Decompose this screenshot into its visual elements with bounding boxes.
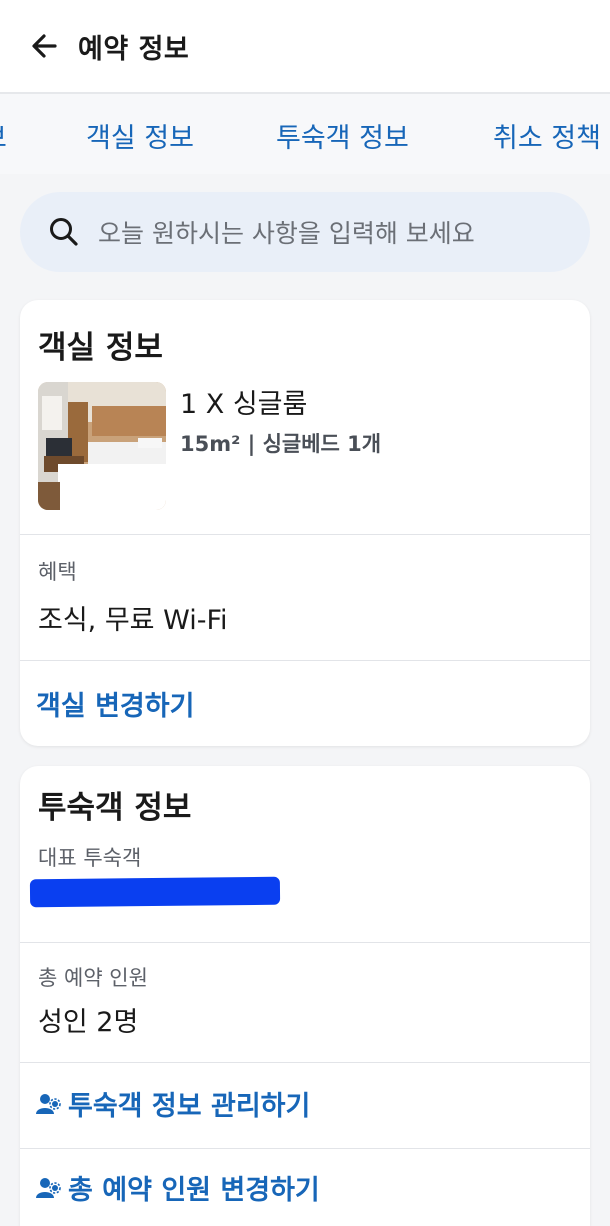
total-guests-value: 성인 2명 — [38, 1007, 139, 1038]
manage-guests-label: 투숙객 정보 관리하기 — [68, 1091, 311, 1122]
divider — [20, 660, 590, 661]
main-guest-label: 대표 투숙객 — [38, 846, 142, 870]
room-details: 15m² | 싱글베드 1개 — [180, 432, 382, 456]
change-room-link[interactable]: 객실 변경하기 — [36, 684, 194, 723]
tab-cancel-policy[interactable]: 취소 정책 — [493, 116, 601, 155]
manage-guests-link[interactable]: 투숙객 정보 관리하기 — [36, 1084, 310, 1123]
room-photo — [38, 382, 166, 510]
redaction-mark — [29, 876, 281, 908]
arrow-left-icon — [32, 34, 57, 58]
search-icon — [50, 218, 78, 246]
room-name: 1 X 싱글룸 — [180, 389, 308, 420]
change-guest-count-link[interactable]: 총 예약 인원 변경하기 — [36, 1168, 320, 1207]
divider — [20, 1062, 590, 1063]
back-button[interactable] — [16, 18, 72, 74]
divider — [20, 942, 590, 943]
guest-info-card: 투숙객 정보 대표 투숙객 총 예약 인원 성인 2명 투숙객 정보 관리하기 … — [20, 766, 590, 1226]
change-guest-count-label: 총 예약 인원 변경하기 — [68, 1175, 320, 1206]
users-icon — [36, 1093, 61, 1114]
tab-room-info[interactable]: 객실 정보 — [86, 116, 194, 155]
users-icon — [36, 1177, 61, 1198]
tab-guest-info[interactable]: 투숙객 정보 — [276, 116, 409, 155]
app-header: 예약 정보 — [0, 0, 610, 94]
room-info-card: 객실 정보 1 X 싱글룸 15m² | 싱글베드 1개 혜택 조식, 무료 W… — [20, 300, 590, 746]
benefit-value: 조식, 무료 Wi-Fi — [38, 605, 228, 636]
change-room-label: 객실 변경하기 — [36, 691, 195, 722]
divider — [20, 534, 590, 535]
search-bar[interactable]: 오늘 원하시는 사항을 입력해 보세요 — [20, 192, 590, 272]
guest-card-title: 투숙객 정보 — [38, 790, 192, 826]
tab-reservation[interactable]: 보 — [0, 116, 7, 155]
total-guests-label: 총 예약 인원 — [38, 966, 148, 990]
section-tabs: 보 객실 정보 투숙객 정보 취소 정책 — [0, 94, 610, 174]
page-title: 예약 정보 — [78, 33, 190, 65]
room-card-title: 객실 정보 — [38, 330, 163, 366]
benefit-label: 혜택 — [38, 560, 77, 584]
divider — [20, 1148, 590, 1149]
search-input[interactable]: 오늘 원하시는 사항을 입력해 보세요 — [98, 214, 475, 250]
